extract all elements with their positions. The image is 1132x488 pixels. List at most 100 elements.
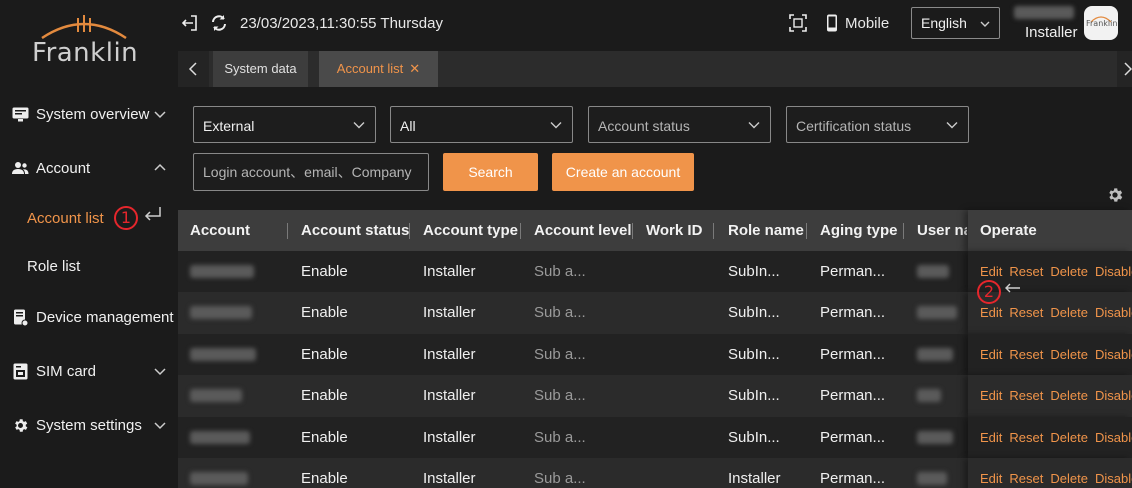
column-header-work-id[interactable]: Work ID bbox=[646, 222, 702, 239]
cell-aging-type: Perman... bbox=[820, 469, 886, 487]
cell-account-status: Enable bbox=[301, 469, 348, 487]
edit-link[interactable]: Edit bbox=[980, 264, 1002, 279]
tabs-scroll-right[interactable] bbox=[1117, 51, 1132, 87]
tab-system-data[interactable]: System data bbox=[213, 51, 308, 87]
account-type-select[interactable]: All bbox=[390, 106, 573, 143]
mobile-phone-icon bbox=[827, 14, 837, 32]
top-bar: 23/03/2023,11:30:55 Thursday Mobile Engl… bbox=[178, 0, 1132, 48]
tab-account-list[interactable]: Account list ✕ bbox=[319, 51, 438, 87]
column-header-aging-type[interactable]: Aging type bbox=[820, 222, 898, 239]
sidebar-item-system-settings[interactable]: System settings bbox=[0, 407, 178, 443]
column-header-user-name[interactable]: User nai bbox=[917, 222, 967, 239]
user-name-redacted bbox=[917, 306, 957, 320]
language-value: English bbox=[921, 15, 967, 31]
reset-link[interactable]: Reset bbox=[1009, 264, 1043, 279]
chevron-left-icon bbox=[188, 62, 197, 76]
search-input[interactable] bbox=[193, 153, 429, 191]
delete-link[interactable]: Delete bbox=[1050, 388, 1088, 403]
disable-link[interactable]: Disable bbox=[1095, 471, 1132, 486]
sidebar-subitem-account-list[interactable]: Account list bbox=[27, 210, 104, 227]
language-select[interactable]: English bbox=[911, 7, 1000, 39]
column-header-account-level[interactable]: Account level bbox=[534, 222, 632, 239]
account-status-select[interactable]: Account status bbox=[588, 106, 771, 143]
reset-link[interactable]: Reset bbox=[1009, 471, 1043, 486]
edit-link[interactable]: Edit bbox=[980, 347, 1002, 362]
cell-account-status: Enable bbox=[301, 428, 348, 446]
tabs-scroll-left[interactable] bbox=[178, 51, 209, 87]
cell-account-level: Sub a... bbox=[534, 469, 586, 487]
edit-link[interactable]: Edit bbox=[980, 305, 1002, 320]
certification-status-select[interactable]: Certification status bbox=[786, 106, 969, 143]
chevron-down-icon bbox=[353, 122, 365, 129]
close-icon[interactable]: ✕ bbox=[409, 61, 420, 76]
reset-link[interactable]: Reset bbox=[1009, 305, 1043, 320]
mobile-toggle[interactable]: Mobile bbox=[826, 14, 889, 32]
delete-link[interactable]: Delete bbox=[1050, 264, 1088, 279]
delete-link[interactable]: Delete bbox=[1050, 471, 1088, 486]
cell-role-name: SubIn... bbox=[728, 304, 780, 322]
table-row: Enable Installer Sub a... SubIn... Perma… bbox=[178, 333, 1132, 376]
disable-link[interactable]: Disable bbox=[1095, 347, 1132, 362]
sidebar-item-device-management[interactable]: Device management bbox=[0, 299, 178, 335]
logout-icon[interactable] bbox=[181, 14, 199, 32]
operate-cell: Edit Reset Delete Disable bbox=[968, 416, 1132, 458]
cell-account-status: Enable bbox=[301, 345, 348, 363]
refresh-icon[interactable] bbox=[210, 14, 228, 32]
user-role: Installer bbox=[1025, 24, 1078, 41]
sim-card-icon bbox=[11, 362, 29, 380]
sidebar-subitem-role-list[interactable]: Role list bbox=[27, 258, 80, 275]
annotation-marker-2: 2 bbox=[977, 280, 1001, 304]
reset-link[interactable]: Reset bbox=[1009, 388, 1043, 403]
column-header-account-status[interactable]: Account status bbox=[301, 222, 409, 239]
delete-link[interactable]: Delete bbox=[1050, 347, 1088, 362]
user-name-redacted bbox=[917, 430, 953, 444]
cell-aging-type: Perman... bbox=[820, 345, 886, 363]
create-account-button[interactable]: Create an account bbox=[552, 153, 694, 191]
account-scope-select[interactable]: External bbox=[193, 106, 376, 143]
cell-account-type: Installer bbox=[423, 304, 476, 322]
cell-account-level: Sub a... bbox=[534, 428, 586, 446]
operate-header-cell: Operate bbox=[968, 210, 1132, 251]
delete-link[interactable]: Delete bbox=[1050, 305, 1088, 320]
sidebar-item-system-overview[interactable]: System overview bbox=[0, 96, 178, 132]
chevron-down-icon bbox=[946, 122, 958, 129]
column-header-account[interactable]: Account bbox=[190, 222, 250, 239]
column-header-account-type[interactable]: Account type bbox=[423, 222, 518, 239]
disable-link[interactable]: Disable bbox=[1095, 430, 1132, 445]
delete-link[interactable]: Delete bbox=[1050, 430, 1088, 445]
franklin-logo: Franklin bbox=[28, 12, 148, 72]
cell-account-status: Enable bbox=[301, 263, 348, 280]
edit-link[interactable]: Edit bbox=[980, 388, 1002, 403]
disable-link[interactable]: Disable bbox=[1095, 388, 1132, 403]
column-settings-gear-icon[interactable] bbox=[1106, 186, 1124, 204]
account-redacted bbox=[190, 347, 256, 361]
edit-link[interactable]: Edit bbox=[980, 471, 1002, 486]
disable-link[interactable]: Disable bbox=[1095, 264, 1132, 279]
mobile-label: Mobile bbox=[845, 14, 890, 32]
cell-role-name: SubIn... bbox=[728, 263, 780, 280]
reset-link[interactable]: Reset bbox=[1009, 347, 1043, 362]
cell-account-type: Installer bbox=[423, 263, 476, 280]
fullscreen-icon[interactable] bbox=[789, 14, 807, 32]
tab-label: System data bbox=[224, 61, 297, 76]
operate-cell: Edit Reset Delete Disable bbox=[968, 457, 1132, 488]
cell-role-name: SubIn... bbox=[728, 387, 780, 405]
sidebar-item-account[interactable]: Account bbox=[0, 150, 178, 186]
sidebar-item-label: SIM card bbox=[36, 362, 97, 380]
operate-cell: Edit Reset Delete Disable bbox=[968, 375, 1132, 417]
cell-account-type: Installer bbox=[423, 428, 476, 446]
cell-account-type: Installer bbox=[423, 469, 476, 487]
search-button[interactable]: Search bbox=[443, 153, 538, 191]
column-header-role-name[interactable]: Role name bbox=[728, 222, 804, 239]
disable-link[interactable]: Disable bbox=[1095, 305, 1132, 320]
cell-account-status: Enable bbox=[301, 304, 348, 322]
monitor-icon bbox=[11, 105, 29, 123]
avatar[interactable]: Franklin bbox=[1084, 6, 1118, 40]
sidebar-item-label: Device management bbox=[36, 308, 174, 326]
account-table: Account Account status Account type Acco… bbox=[178, 210, 1132, 488]
cell-aging-type: Perman... bbox=[820, 428, 886, 446]
gear-icon bbox=[11, 416, 29, 434]
reset-link[interactable]: Reset bbox=[1009, 430, 1043, 445]
sidebar-item-sim-card[interactable]: SIM card bbox=[0, 353, 178, 389]
edit-link[interactable]: Edit bbox=[980, 430, 1002, 445]
